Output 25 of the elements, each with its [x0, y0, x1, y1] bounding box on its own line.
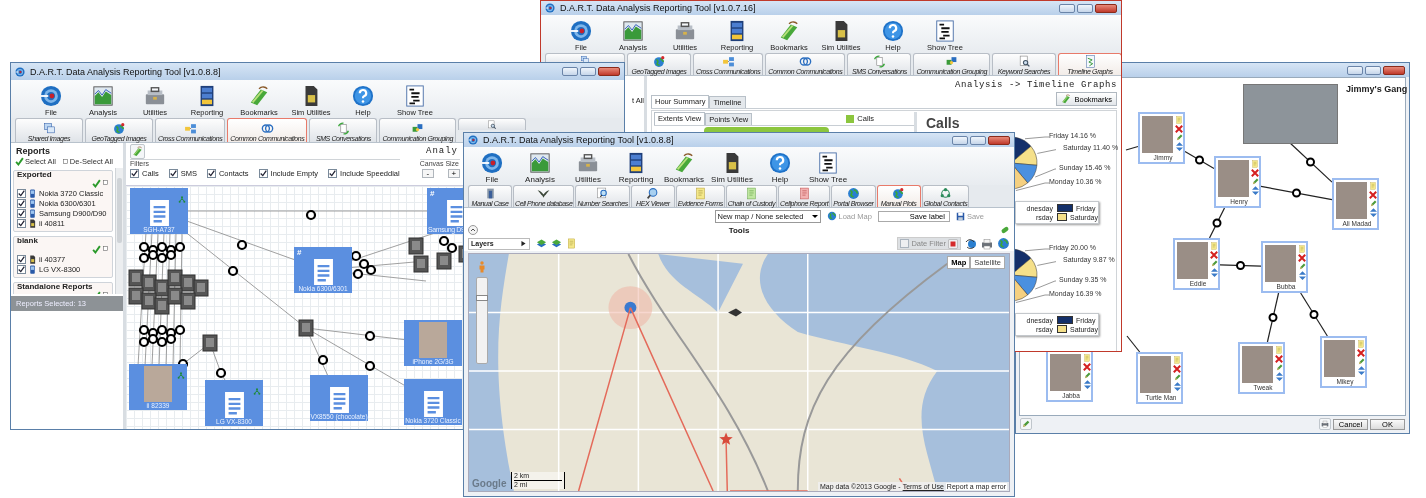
toolbar-button[interactable]: Sim Utilities: [708, 147, 756, 185]
group-title: Exported: [17, 170, 53, 179]
window-title: D.A.R.T. Data Analysis Reporting Tool [v1.0.8.8]: [483, 135, 675, 145]
zoom-button[interactable]: -: [421, 169, 434, 178]
window-title: D.A.R.T. Data Analysis Reporting Tool [v1.0.8.8]: [30, 66, 222, 77]
map-logo: Google: [472, 478, 507, 489]
toolbar-button[interactable]: File: [468, 147, 516, 185]
group-title: Standalone Reports: [17, 282, 94, 291]
toolbar-button[interactable]: Bookmarks: [660, 147, 708, 185]
toolbar-button[interactable]: Utilities: [564, 147, 612, 185]
section-title: Tools: [727, 225, 751, 235]
toolbar-button[interactable]: Reporting: [612, 147, 660, 185]
node-mark-label: #: [430, 189, 435, 198]
breadcrumb: Analysis -> Timeline Graphs: [954, 79, 1117, 92]
toolbar-button[interactable]: Help: [756, 147, 804, 185]
zoom-button[interactable]: +: [447, 169, 460, 178]
toolbar-button[interactable]: Show Tree: [804, 147, 852, 185]
window-title: D.A.R.T. Data Analysis Reporting Tool [v1.0.7.16]: [560, 3, 757, 13]
graph-title: Jimmy's Gang: [1346, 84, 1408, 94]
breadcrumb: Analy: [426, 146, 458, 156]
chart-title: Calls: [926, 115, 961, 131]
node-mark-label: #: [297, 248, 302, 257]
group-title: blank: [17, 236, 39, 245]
toolbar-button[interactable]: Analysis: [516, 147, 564, 185]
panel-title: Reports: [15, 145, 51, 157]
